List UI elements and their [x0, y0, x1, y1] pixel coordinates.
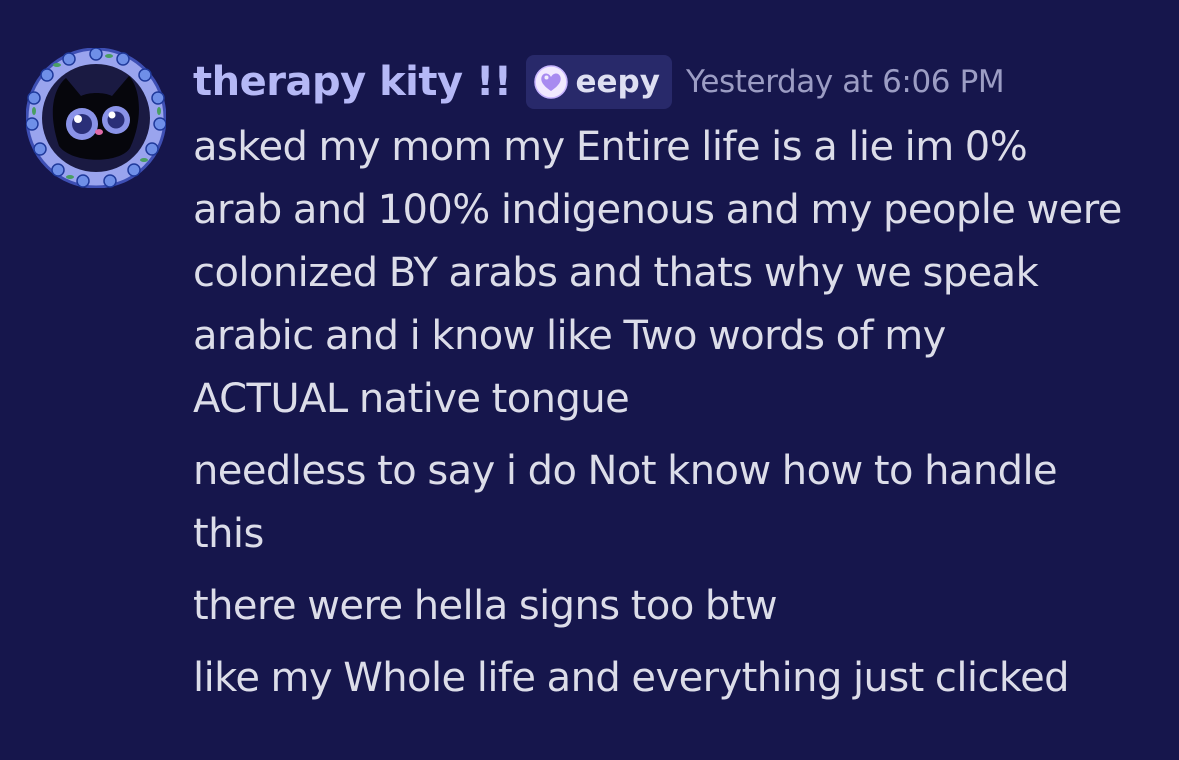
user-tag[interactable]: eepy — [525, 55, 672, 109]
timestamp[interactable]: Yesterday at 6:06 PM — [686, 64, 1005, 100]
tag-label: eepy — [575, 64, 660, 100]
message-line: needless to say i do Not know how to han… — [193, 448, 1058, 557]
chat-message: therapy kity !! eepy Yesterday at 6:06 P… — [0, 0, 1179, 760]
message-body: asked my mom my Entire life is a lie im … — [193, 116, 1153, 719]
purple-heart-icon — [533, 65, 568, 99]
message-line: there were hella signs too btw — [193, 583, 778, 629]
black-cat-avatar-icon — [26, 48, 166, 188]
username[interactable]: therapy kity !! — [193, 59, 512, 105]
message-line: like my Whole life and everything just c… — [193, 655, 1070, 701]
message-header: therapy kity !! eepy Yesterday at 6:06 P… — [193, 54, 1005, 110]
message-line: asked my mom my Entire life is a lie im … — [193, 124, 1122, 422]
user-avatar[interactable] — [26, 48, 166, 188]
